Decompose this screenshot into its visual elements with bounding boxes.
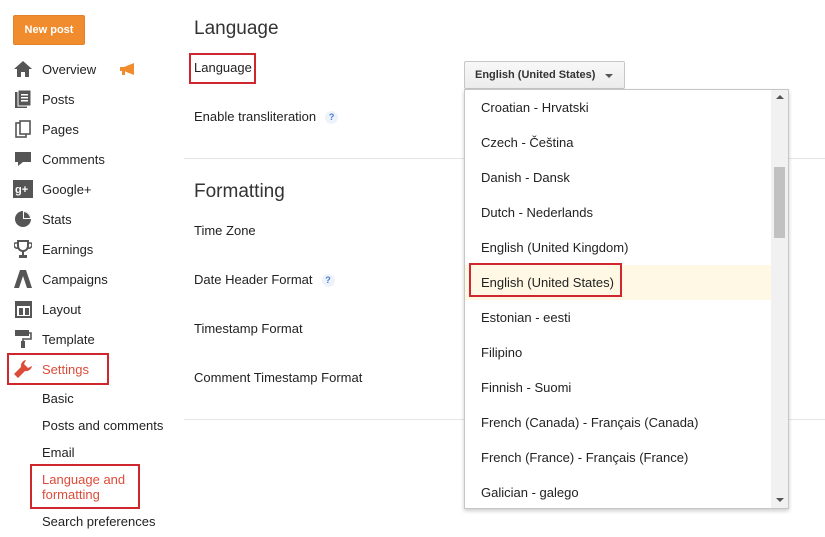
sidebar-item-label: Pages xyxy=(42,121,79,137)
scrollbar-thumb[interactable] xyxy=(774,167,785,238)
subnav-email[interactable]: Email xyxy=(42,445,75,460)
caret-down-icon xyxy=(605,74,613,78)
svg-text:g+: g+ xyxy=(15,184,28,196)
wrench-icon xyxy=(13,360,33,378)
language-option[interactable]: Finnish - Suomi xyxy=(465,370,771,405)
sidebar-item-label: Template xyxy=(42,331,95,347)
sidebar-item-overview[interactable]: Overview xyxy=(13,58,96,80)
subnav-language-and-formatting[interactable]: Language and formatting xyxy=(42,472,137,502)
megaphone-icon[interactable] xyxy=(120,63,136,75)
sidebar-item-label: Settings xyxy=(42,361,89,377)
sidebar-item-settings[interactable]: Settings xyxy=(13,358,89,380)
sidebar-item-label: Google+ xyxy=(42,181,92,197)
stats-icon xyxy=(13,210,33,228)
language-option[interactable]: Galician - galego xyxy=(465,475,771,508)
dropdown-scrollbar[interactable] xyxy=(771,90,788,508)
language-select[interactable]: English (United States) xyxy=(464,61,625,89)
paint-roller-icon xyxy=(13,330,33,348)
subnav-posts-and-comments[interactable]: Posts and comments xyxy=(42,418,163,433)
date-header-row: Date Header Format? xyxy=(194,272,335,287)
sidebar-item-earnings[interactable]: Earnings xyxy=(13,238,93,260)
language-dropdown-list[interactable]: Croatian - Hrvatski Czech - Čeština Dani… xyxy=(464,89,789,509)
language-option[interactable]: Dutch - Nederlands xyxy=(465,195,771,230)
language-option[interactable]: Danish - Dansk xyxy=(465,160,771,195)
sidebar-item-comments[interactable]: Comments xyxy=(13,148,105,170)
timestamp-label: Timestamp Format xyxy=(194,321,303,336)
sidebar: New post Overview Posts Pages Comments g… xyxy=(0,0,180,537)
scroll-down-arrow-icon[interactable] xyxy=(776,498,784,502)
campaigns-icon xyxy=(13,270,33,288)
help-icon[interactable]: ? xyxy=(321,274,335,287)
sidebar-item-campaigns[interactable]: Campaigns xyxy=(13,268,108,290)
language-label: Language xyxy=(194,60,252,75)
new-post-button[interactable]: New post xyxy=(13,15,85,45)
language-option[interactable]: Estonian - eesti xyxy=(465,300,771,335)
pages-icon xyxy=(13,120,33,138)
sidebar-item-label: Earnings xyxy=(42,241,94,257)
sidebar-item-template[interactable]: Template xyxy=(13,328,95,350)
sidebar-item-label: Layout xyxy=(42,301,82,317)
sidebar-item-posts[interactable]: Posts xyxy=(13,88,75,110)
transliteration-row: Enable transliteration? xyxy=(194,109,339,124)
layout-icon xyxy=(13,300,33,318)
language-option[interactable]: French (Canada) - Français (Canada) xyxy=(465,405,771,440)
date-header-label: Date Header Format xyxy=(194,272,313,287)
sidebar-item-label: Comments xyxy=(42,151,105,167)
language-option[interactable]: French (France) - Français (France) xyxy=(465,440,771,475)
sidebar-item-google-plus[interactable]: g+ Google+ xyxy=(13,178,92,200)
trophy-icon xyxy=(13,240,33,258)
sidebar-item-label: Overview xyxy=(42,61,97,77)
comments-icon xyxy=(13,150,33,168)
sidebar-item-label: Stats xyxy=(42,211,72,227)
subnav-basic[interactable]: Basic xyxy=(42,391,74,406)
language-option[interactable]: Czech - Čeština xyxy=(465,125,771,160)
sidebar-item-pages[interactable]: Pages xyxy=(13,118,79,140)
formatting-section-title: Formatting xyxy=(194,181,285,202)
time-zone-label: Time Zone xyxy=(194,223,256,238)
sidebar-item-layout[interactable]: Layout xyxy=(13,298,81,320)
google-plus-icon: g+ xyxy=(13,180,33,198)
posts-icon xyxy=(13,90,33,108)
language-section-title: Language xyxy=(194,18,279,39)
home-icon xyxy=(13,60,33,78)
language-option[interactable]: Croatian - Hrvatski xyxy=(465,90,771,125)
comment-timestamp-label: Comment Timestamp Format xyxy=(194,370,363,385)
language-option[interactable]: English (United Kingdom) xyxy=(465,230,771,265)
sidebar-item-label: Campaigns xyxy=(42,271,108,287)
scroll-up-arrow-icon[interactable] xyxy=(776,95,784,99)
subnav-search-preferences[interactable]: Search preferences xyxy=(42,514,155,529)
language-option[interactable]: Filipino xyxy=(465,335,771,370)
language-option-selected[interactable]: English (United States) xyxy=(465,265,771,300)
sidebar-item-stats[interactable]: Stats xyxy=(13,208,72,230)
sidebar-item-label: Posts xyxy=(42,91,75,107)
help-icon[interactable]: ? xyxy=(325,111,339,124)
transliteration-label: Enable transliteration xyxy=(194,109,317,124)
language-select-value: English (United States) xyxy=(475,69,596,81)
